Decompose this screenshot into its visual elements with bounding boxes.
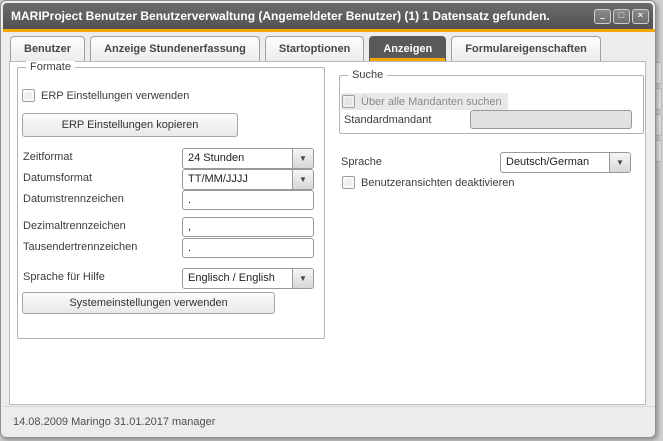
all-clients-checkbox-label: Über alle Mandanten suchen — [361, 95, 502, 108]
datumsformat-dropdown-button[interactable]: ▼ — [292, 170, 313, 189]
sprache-hilfe-value: Englisch / English — [188, 272, 275, 284]
system-settings-button[interactable]: Systemeinstellungen verwenden — [22, 292, 275, 314]
zeitformat-value: 24 Stunden — [188, 152, 245, 164]
background-ghost-button — [655, 88, 662, 110]
datumsformat-combobox[interactable]: TT/MM/JJJJ ▼ — [182, 169, 314, 190]
erp-settings-checkbox[interactable] — [22, 89, 35, 102]
sprache-label: Sprache — [341, 156, 382, 168]
tab-anzeige-stundenerfassung[interactable]: Anzeige Stundenerfassung — [90, 36, 260, 61]
sprache-dropdown-button[interactable]: ▼ — [609, 153, 630, 172]
zeitformat-dropdown-button[interactable]: ▼ — [292, 149, 313, 168]
datumstrennzeichen-label: Datumstrennzeichen — [23, 193, 124, 205]
zeitformat-label: Zeitformat — [23, 151, 73, 163]
sprache-hilfe-combobox[interactable]: Englisch / English ▼ — [182, 268, 314, 289]
tab-strip: Benutzer Anzeige Stundenerfassung Starto… — [3, 32, 655, 61]
erp-settings-checkbox-label: ERP Einstellungen verwenden — [41, 89, 190, 102]
datumsformat-value: TT/MM/JJJJ — [188, 173, 248, 185]
suche-legend: Suche — [348, 69, 388, 82]
zeitformat-combobox[interactable]: 24 Stunden ▼ — [182, 148, 314, 169]
app-window: MARIProject Benutzer Benutzerverwaltung … — [0, 0, 656, 438]
maximize-button[interactable]: □ — [613, 8, 630, 24]
tab-benutzer[interactable]: Benutzer — [10, 36, 86, 61]
tab-anzeigen[interactable]: Anzeigen — [369, 36, 447, 61]
chevron-down-icon: ▼ — [616, 157, 624, 167]
minimize-button[interactable]: – — [594, 8, 611, 24]
all-clients-checkbox-row: Über alle Mandanten suchen — [341, 93, 508, 110]
sprache-hilfe-dropdown-button[interactable]: ▼ — [292, 269, 313, 288]
screen: MARIProject Benutzer Benutzerverwaltung … — [0, 0, 663, 441]
formate-group: Formate ERP Einstellungen verwenden ERP … — [17, 61, 325, 339]
tausendertrennzeichen-input[interactable] — [182, 238, 314, 258]
maximize-icon: □ — [618, 9, 625, 20]
background-ghost-button — [655, 114, 662, 136]
all-clients-checkbox — [342, 95, 355, 108]
formate-legend: Formate — [26, 61, 75, 74]
benutzeransichten-checkbox-label: Benutzeransichten deaktivieren — [361, 176, 515, 189]
close-button[interactable]: × — [632, 8, 649, 24]
suche-group: Suche Über alle Mandanten suchen Standar… — [339, 69, 644, 134]
tab-startoptionen[interactable]: Startoptionen — [264, 36, 365, 61]
background-ghost-button — [655, 140, 662, 162]
minimize-icon: – — [599, 12, 605, 23]
tausendertrennzeichen-label: Tausendertrennzeichen — [23, 241, 138, 253]
sprache-value: Deutsch/German — [506, 156, 590, 168]
window-controls: – □ × — [594, 8, 653, 24]
status-bar: 14.08.2009 Maringo 31.01.2017 manager — [3, 406, 655, 437]
title-bar[interactable]: MARIProject Benutzer Benutzerverwaltung … — [3, 3, 653, 29]
close-icon: × — [637, 9, 644, 20]
window-title: MARIProject Benutzer Benutzerverwaltung … — [11, 9, 550, 23]
standardmandant-input — [470, 110, 632, 129]
datumstrennzeichen-input[interactable] — [182, 190, 314, 210]
sprache-hilfe-label: Sprache für Hilfe — [23, 271, 105, 283]
benutzeransichten-checkbox[interactable] — [342, 176, 355, 189]
content-panel: Formate ERP Einstellungen verwenden ERP … — [9, 61, 646, 405]
standardmandant-label: Standardmandant — [344, 114, 432, 126]
status-text: 14.08.2009 Maringo 31.01.2017 manager — [13, 416, 216, 428]
chevron-down-icon: ▼ — [299, 273, 307, 283]
dezimaltrennzeichen-input[interactable] — [182, 217, 314, 237]
erp-copy-button[interactable]: ERP Einstellungen kopieren — [22, 113, 238, 137]
chevron-down-icon: ▼ — [299, 153, 307, 163]
sprache-combobox[interactable]: Deutsch/German ▼ — [500, 152, 631, 173]
dezimaltrennzeichen-label: Dezimaltrennzeichen — [23, 220, 126, 232]
background-ghost-button — [655, 62, 662, 84]
chevron-down-icon: ▼ — [299, 174, 307, 184]
tab-formulareigenschaften[interactable]: Formulareigenschaften — [451, 36, 601, 61]
benutzeransichten-checkbox-row[interactable]: Benutzeransichten deaktivieren — [342, 176, 514, 189]
datumsformat-label: Datumsformat — [23, 172, 93, 184]
erp-settings-checkbox-row[interactable]: ERP Einstellungen verwenden — [22, 89, 189, 102]
